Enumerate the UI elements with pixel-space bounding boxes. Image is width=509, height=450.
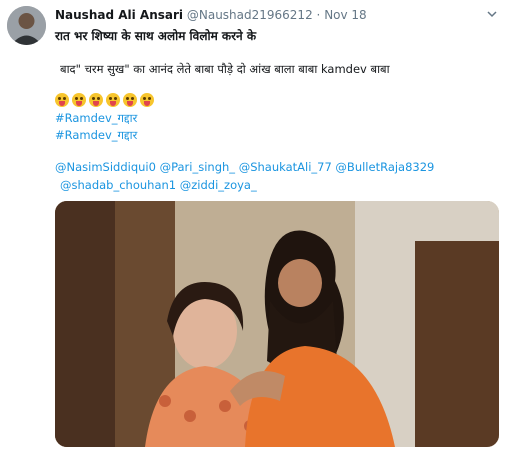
squinting-tongue-emoji-icon: [89, 93, 103, 107]
photo-image: [55, 201, 499, 447]
author-name[interactable]: Naushad Ali Ansari: [55, 8, 183, 22]
chevron-down-icon[interactable]: [485, 7, 499, 21]
separator: ·: [316, 8, 321, 22]
squinting-tongue-emoji-icon: [55, 93, 69, 107]
mentions-line-1[interactable]: @NasimSiddiqui0 @Pari_singh_ @ShaukatAli…: [55, 160, 434, 174]
timestamp[interactable]: Nov 18: [324, 8, 367, 22]
squinting-tongue-emoji-icon: [72, 93, 86, 107]
squinting-tongue-emoji-icon: [140, 93, 154, 107]
squinting-tongue-emoji-icon: [123, 93, 137, 107]
tweet[interactable]: Naushad Ali Ansari @Naushad21966212 · No…: [0, 0, 509, 450]
hashtag-link[interactable]: #Ramdev_गद्दार: [55, 111, 137, 126]
squinting-tongue-emoji-icon: [106, 93, 120, 107]
emoji-row: [55, 93, 154, 107]
tweet-header: Naushad Ali Ansari @Naushad21966212 · No…: [55, 8, 367, 22]
hashtag-link[interactable]: #Ramdev_गद्दार: [55, 128, 137, 143]
tweet-text-line-2: बाद" चरम सुख" का आनंद लेते बाबा पौड़े दो…: [60, 62, 390, 76]
tweet-photo[interactable]: [55, 201, 499, 447]
tweet-text-line-1: रात भर शिष्या के साथ अलोम विलोम करने के: [55, 29, 257, 43]
avatar[interactable]: [7, 6, 46, 45]
author-handle[interactable]: @Naushad21966212: [187, 8, 313, 22]
mentions-line-2[interactable]: @shadab_chouhan1 @ziddi_zoya_: [60, 178, 257, 192]
